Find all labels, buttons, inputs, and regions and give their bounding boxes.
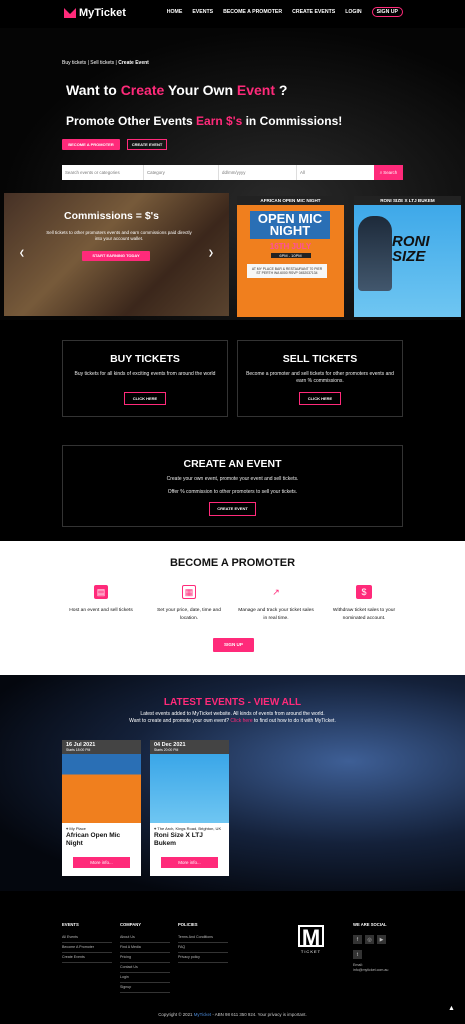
create-event-button[interactable]: CREATE EVENT [127,139,167,150]
next-arrow-icon[interactable]: ❯ [208,249,214,257]
top-navbar: MyTicket HOME EVENTS BECOME A PROMOTER C… [0,0,465,28]
qr-code-icon: ▦ [182,585,196,599]
breadcrumb: Buy tickets | Sell tickets | Create Even… [62,60,149,66]
more-info-button[interactable]: More info... [73,857,130,868]
slide-title: Commissions = $'s [64,210,159,222]
date-input[interactable]: dd/mm/yyyy [219,165,297,180]
promo-slide: Commissions = $'s Sell tickets to other … [4,193,229,316]
copyright: Copyright © 2021 MyTicket - ABN 98 611 3… [158,1012,307,1017]
twitter-icon[interactable]: t [353,950,362,959]
slide-text: Sell tickets to other promoters events a… [46,230,192,241]
more-info-button[interactable]: More info... [161,857,218,868]
footer-social-col: WE ARE SOCIAL f ◎ ▶ t Email: info@mytick… [353,922,403,972]
instagram-icon[interactable]: ◎ [365,935,374,944]
search-icon: ⌕ [379,170,383,175]
sell-click-here-button[interactable]: CLICK HERE [299,392,341,405]
event-image [62,754,141,823]
become-promoter-button[interactable]: BECOME A PROMOTER [62,139,120,150]
event-card[interactable]: 16 Jul 2021 Starts 18:00 PM ⌖ My Place Af… [62,740,141,876]
sell-tickets-card: SELL TICKETS Become a promoter and sell … [237,340,403,417]
prev-arrow-icon[interactable]: ❮ [19,249,25,257]
become-promoter-section: BECOME A PROMOTER ▤ Host an event and se… [0,541,465,675]
nav-events[interactable]: EVENTS [192,9,213,17]
buy-tickets-card: BUY TICKETS Buy tickets for all kinds of… [62,340,228,417]
footer-logo: M TICKET [298,925,324,954]
id-card-icon: ▤ [94,585,108,599]
category-select[interactable]: Category [144,165,219,180]
click-here-link[interactable]: Click here [230,718,252,724]
brand-name: MyTicket [79,7,126,19]
footer-company-col: COMPANY About Us Find A Media Pricing Co… [120,922,170,993]
hero-title: Want to Create Your Own Event ? [66,82,288,98]
search-button[interactable]: ⌕ Search [374,165,403,180]
search-input[interactable]: Search events or categories [62,165,144,180]
nav-login[interactable]: LOGIN [345,9,361,17]
promoter-signup-button[interactable]: SIGN UP [213,638,254,652]
email-link[interactable]: info@myticket.com.au [353,968,403,972]
event-card[interactable]: 04 Dec 2021 Starts 20:00 PM ⌖ The Arch, K… [150,740,229,876]
start-earning-button[interactable]: START EARNING TODAY [82,251,150,261]
event-image [150,754,229,823]
search-bar: Search events or categories Category dd/… [62,165,403,180]
breadcrumb-current: Create Event [118,60,149,66]
create-event-card: CREATE AN EVENT Create your own event, p… [62,445,403,527]
buy-click-here-button[interactable]: CLICK HERE [124,392,166,405]
create-event-card-button[interactable]: CREATE EVENT [209,502,256,516]
scroll-top-icon[interactable]: ▲ [448,1005,455,1012]
signup-button[interactable]: SIGN UP [371,7,403,17]
chart-line-icon: ↗ [272,586,280,597]
nav-create-events[interactable]: CREATE EVENTS [292,9,335,17]
facebook-icon[interactable]: f [353,935,362,944]
footer-events-col: EVENTS All Events Become A Promoter Crea… [62,922,112,963]
all-select[interactable]: All [297,165,374,180]
money-bill-icon: $ [356,585,372,599]
promoter-title: BECOME A PROMOTER [169,557,296,569]
event-poster-roni-size[interactable]: RONI SIZE X LTJ BUKEM RONI SIZE [354,196,461,317]
hero-subtitle: Promote Other Events Earn $'s in Commiss… [66,114,343,128]
youtube-icon[interactable]: ▶ [377,935,386,944]
breadcrumb-buy[interactable]: Buy tickets [62,60,86,66]
nav-links: HOME EVENTS BECOME A PROMOTER CREATE EVE… [167,7,403,17]
ticket-logo-icon: M [298,925,324,949]
latest-events-title[interactable]: LATEST EVENTS - VIEW ALL [0,697,465,708]
breadcrumb-sell[interactable]: Sell tickets [90,60,114,66]
brand-logo[interactable]: MyTicket [64,7,126,19]
artist-image [358,216,392,291]
nav-become-promoter[interactable]: BECOME A PROMOTER [223,9,282,17]
footer-policies-col: POLICIES Terms And Conditions FAQ Privac… [178,922,228,963]
event-poster-open-mic[interactable]: AFRICAN OPEN MIC NIGHT OPEN MIC NIGHT 16… [237,196,344,317]
logo-icon [64,8,76,18]
nav-home[interactable]: HOME [167,9,183,17]
